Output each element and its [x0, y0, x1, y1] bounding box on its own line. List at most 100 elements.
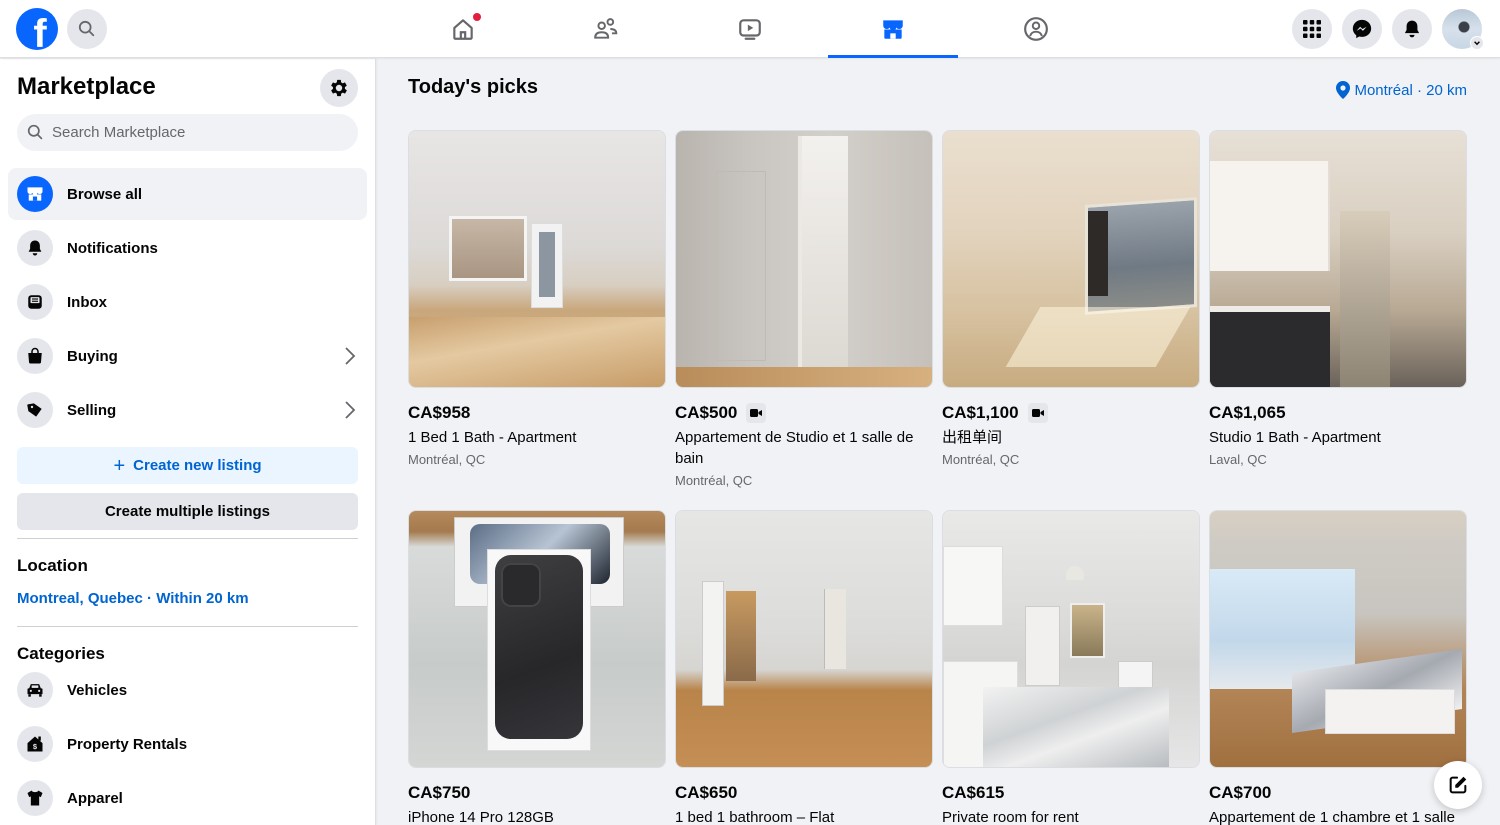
- divider: [17, 626, 358, 627]
- listing-card[interactable]: CA$1,100 出租单间 Montréal, QC: [942, 130, 1200, 470]
- notification-dot: [473, 13, 481, 21]
- listing-title: Studio 1 Bath - Apartment: [1209, 429, 1381, 446]
- category-label: Vehicles: [67, 681, 128, 699]
- listing-title: Private room for rent: [942, 809, 1079, 825]
- top-navigation-bar: f: [0, 0, 1500, 58]
- sidebar-item-label: Browse all: [67, 185, 143, 203]
- facebook-logo[interactable]: f: [16, 8, 58, 50]
- chevron-right-icon: [345, 347, 356, 365]
- listing-price: CA$500: [675, 403, 738, 422]
- category-apparel[interactable]: Apparel: [8, 772, 367, 824]
- compose-button[interactable]: [1434, 761, 1482, 809]
- video-badge: [1027, 403, 1048, 423]
- listing-price: CA$1,100: [942, 403, 1019, 422]
- section-title: Today's picks: [408, 76, 538, 98]
- listing-card[interactable]: CA$500 Appartement de Studio et 1 salle …: [675, 130, 933, 491]
- sidebar-item-label: Selling: [67, 401, 117, 419]
- create-new-listing-button[interactable]: + Create new listing: [17, 447, 358, 484]
- main-feed: Today's picks Montréal · 20 km CA$958 1 …: [377, 59, 1500, 825]
- tab-video[interactable]: [685, 0, 815, 58]
- price-tag-icon: [27, 403, 42, 417]
- gear-icon: [331, 79, 347, 97]
- account-menu-chevron[interactable]: [1470, 36, 1484, 50]
- listing-title: Appartement de Studio et 1 salle de bain: [675, 429, 914, 467]
- listing-photo[interactable]: [408, 510, 666, 768]
- sidebar-item-label: Buying: [67, 347, 118, 365]
- category-vehicles[interactable]: Vehicles: [8, 664, 367, 716]
- storefront-icon: [27, 187, 43, 201]
- search-button[interactable]: [67, 9, 107, 49]
- sidebar-item-notifications[interactable]: Notifications: [8, 222, 367, 274]
- listing-card[interactable]: CA$958 1 Bed 1 Bath - Apartment Montréal…: [408, 130, 666, 470]
- friends-icon: [594, 18, 618, 39]
- video-camera-icon: [1031, 409, 1044, 417]
- sidebar-item-label: Notifications: [67, 239, 158, 257]
- location-filter-button[interactable]: Montréal · 20 km: [1336, 81, 1467, 99]
- category-property-rentals[interactable]: $ Property Rentals: [8, 718, 367, 770]
- chevron-right-icon: [345, 401, 356, 419]
- shopping-bag-icon: [28, 347, 42, 364]
- category-label: Apparel: [67, 789, 123, 807]
- marketplace-search-input[interactable]: [52, 124, 332, 141]
- chevron-down-icon: [1474, 41, 1480, 46]
- listing-card[interactable]: CA$615 Private room for rent: [942, 510, 1200, 825]
- groups-icon: [1024, 17, 1048, 41]
- video-camera-icon: [750, 409, 763, 417]
- category-label: Property Rentals: [67, 735, 188, 753]
- sidebar-item-selling[interactable]: Selling: [8, 384, 367, 436]
- listing-location: Montréal, QC: [675, 473, 753, 488]
- house-dollar-icon: $: [27, 736, 43, 752]
- listing-photo[interactable]: [1209, 510, 1467, 768]
- messenger-icon: [1352, 19, 1372, 39]
- compose-icon: [1449, 776, 1467, 794]
- tab-marketplace[interactable]: [828, 0, 958, 58]
- location-filter-label: Montréal · 20 km: [1354, 81, 1467, 99]
- notifications-button[interactable]: [1392, 9, 1432, 49]
- listing-photo[interactable]: [942, 510, 1200, 768]
- listing-price: CA$615: [942, 783, 1005, 802]
- listing-photo[interactable]: [675, 510, 933, 768]
- listing-photo[interactable]: [408, 130, 666, 388]
- messenger-button[interactable]: [1342, 9, 1382, 49]
- sidebar-item-browse-all[interactable]: Browse all: [8, 168, 367, 220]
- sidebar-item-buying[interactable]: Buying: [8, 330, 367, 382]
- tab-groups[interactable]: [971, 0, 1101, 58]
- marketplace-search[interactable]: [17, 114, 358, 151]
- sidebar-item-inbox[interactable]: Inbox: [8, 276, 367, 328]
- listing-card[interactable]: CA$700 Appartement de 1 chambre et 1 sal…: [1209, 510, 1467, 825]
- menu-button[interactable]: [1292, 9, 1332, 49]
- create-multiple-listings-label: Create multiple listings: [104, 503, 271, 520]
- search-icon: [78, 20, 95, 37]
- listing-title: 出租单间: [942, 429, 1003, 446]
- search-icon: [27, 124, 43, 140]
- location-heading: Location: [17, 556, 88, 575]
- listing-title: 1 bed 1 bathroom – Flat: [675, 809, 835, 825]
- tshirt-icon: [27, 790, 43, 806]
- location-filter-link[interactable]: Montreal, Quebec · Within 20 km: [17, 590, 249, 607]
- listing-location: Montréal, QC: [942, 452, 1020, 467]
- settings-button[interactable]: [320, 69, 358, 107]
- create-multiple-listings-button[interactable]: Create multiple listings: [17, 493, 358, 530]
- marketplace-icon: [883, 20, 903, 39]
- listing-location: Montréal, QC: [408, 452, 486, 467]
- listing-photo[interactable]: [675, 130, 933, 388]
- listing-photo[interactable]: [1209, 130, 1467, 388]
- listing-title: iPhone 14 Pro 128GB: [408, 809, 554, 825]
- listing-card[interactable]: CA$1,065 Studio 1 Bath - Apartment Laval…: [1209, 130, 1467, 470]
- car-icon: [27, 684, 43, 697]
- listing-photo[interactable]: [942, 130, 1200, 388]
- tab-friends[interactable]: [541, 0, 671, 58]
- tab-home[interactable]: [398, 0, 528, 58]
- listing-price: CA$958: [408, 403, 471, 422]
- listing-price: CA$700: [1209, 783, 1272, 802]
- location-pin-icon: [1336, 81, 1351, 99]
- divider: [17, 538, 358, 539]
- listing-location: Laval, QC: [1209, 452, 1267, 467]
- listing-card[interactable]: CA$650 1 bed 1 bathroom – Flat: [675, 510, 933, 825]
- listing-title: 1 Bed 1 Bath - Apartment: [408, 429, 577, 446]
- listing-card[interactable]: CA$750 iPhone 14 Pro 128GB: [408, 510, 666, 825]
- listing-price: CA$1,065: [1209, 403, 1286, 422]
- video-badge: [746, 403, 767, 423]
- video-icon: [739, 19, 761, 40]
- listing-price: CA$750: [408, 783, 471, 802]
